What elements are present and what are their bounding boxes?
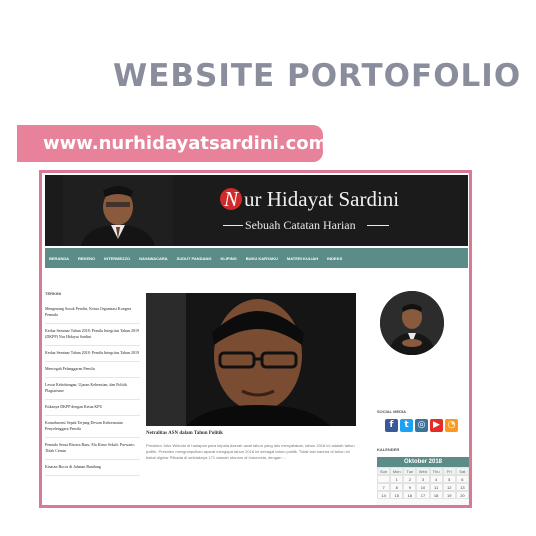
nav-item-indeks[interactable]: INDEKS (327, 256, 342, 261)
calendar-day-header: Fri (442, 467, 456, 475)
calendar-day-cell[interactable]: 20 (455, 491, 469, 499)
calendar-day-header: Tue (403, 467, 417, 475)
featured-article-image[interactable] (146, 293, 356, 426)
website-url-badge[interactable]: www.nurhidayatsardini.com (17, 125, 327, 162)
calendar-day-cell[interactable]: 2 (403, 475, 417, 483)
calendar-day-cell[interactable]: 10 (416, 483, 430, 491)
nav-item-materi-kuliah[interactable]: MATERI KULIAH (287, 256, 318, 261)
site-nav-bar: BERANDA REKENO INTERMEZZO NAVAWACARA SUD… (45, 248, 468, 268)
twitter-icon[interactable]: t (400, 419, 413, 432)
facebook-icon[interactable]: f (385, 419, 398, 432)
article-excerpt: Presiden Joko Widodo di hadapan para kep… (146, 443, 355, 460)
profile-avatar (380, 291, 444, 355)
calendar-day-cell (377, 475, 391, 483)
site-header: Nur Hidayat Sardini Sebuah Catatan Haria… (45, 175, 468, 246)
calendar-day-cell[interactable]: 7 (377, 483, 391, 491)
social-media-label: SOCIAL MEDIA (377, 409, 407, 414)
nav-item-sudut-pandang[interactable]: SUDUT PANDANG (177, 256, 212, 261)
calendar-day-header: Wed (416, 467, 430, 475)
calendar-day-cell[interactable]: 17 (416, 491, 430, 499)
calendar-day-cell[interactable]: 1 (390, 475, 404, 483)
nav-item-rekeno[interactable]: REKENO (78, 256, 95, 261)
header-portrait-image (63, 175, 173, 246)
calendar-day-cell[interactable]: 19 (442, 491, 456, 499)
recent-posts-sidebar: TERKINI Mengenang Sosok Pendiri, Ketua O… (45, 291, 140, 476)
calendar-label: KALENDER (377, 447, 400, 452)
site-name[interactable]: Nur Hidayat Sardini (220, 187, 399, 212)
recent-post-link[interactable]: Lewat Kebohongan, Ujaran Kebencian, dan … (45, 378, 140, 400)
recent-post-link[interactable]: Kedua Seminar Tahun 2018: Pemilu Integri… (45, 346, 140, 362)
calendar-month[interactable]: Oktober 2018 (377, 457, 469, 467)
website-screenshot-frame: Nur Hidayat Sardini Sebuah Catatan Haria… (39, 170, 472, 508)
recent-post-link[interactable]: Etikanya DKPP dengan Ketua KPU (45, 400, 140, 416)
nav-item-navawacara[interactable]: NAVAWACARA (139, 256, 168, 261)
nav-item-intermezzo[interactable]: INTERMEZZO (104, 256, 130, 261)
recent-post-link[interactable]: Pemuda Serua Biwara Baru, Ela Kimo Sekal… (45, 438, 140, 460)
recent-post-link[interactable]: Mencegah Pelanggaran Pemilu (45, 362, 140, 378)
article-title[interactable]: Netralitas ASN dalam Tahun Politik (146, 431, 223, 436)
nav-item-buku-karyaku[interactable]: BUKU KARYAKU (246, 256, 278, 261)
calendar-day-cell[interactable]: 9 (403, 483, 417, 491)
recent-post-link[interactable]: Kisaran Bocor di Jalanan Bandung (45, 460, 140, 476)
calendar-day-cell[interactable]: 11 (429, 483, 443, 491)
calendar-day-header: Mon (390, 467, 404, 475)
rss-icon[interactable]: ◔ (445, 419, 458, 432)
recent-post-link[interactable]: Konsekuensi Sepak Terjang Dewan Kehormat… (45, 416, 140, 438)
tagline-divider-right (367, 225, 389, 226)
calendar-widget: Oktober 2018 Sun Mon Tue Wed Thu Fri Sat 1 2 3 4 5 6… (377, 457, 469, 505)
calendar-day-cell[interactable]: 5 (442, 475, 456, 483)
site-tagline: Sebuah Catatan Harian (245, 218, 356, 232)
site-name-text: ur Hidayat Sardini (244, 187, 400, 211)
calendar-day-cell[interactable]: 8 (390, 483, 404, 491)
recent-post-link[interactable]: Kedua Seminar Tahun 2018: Pemilu Integri… (45, 324, 140, 346)
calendar-day-cell[interactable]: 3 (416, 475, 430, 483)
calendar-day-cell[interactable]: 15 (390, 491, 404, 499)
calendar-day-header: Sun (377, 467, 391, 475)
youtube-icon[interactable]: ▶ (430, 419, 443, 432)
nav-item-kliping[interactable]: KLIPING (220, 256, 236, 261)
tagline-divider-left (223, 225, 243, 226)
calendar-grid: Sun Mon Tue Wed Thu Fri Sat 1 2 3 4 5 6 7 8 9 10 11 12 13 14… (377, 467, 469, 499)
calendar-day-header: Sat (455, 467, 469, 475)
recent-posts-heading: TERKINI (45, 291, 61, 296)
nav-item-beranda[interactable]: BERANDA (49, 256, 69, 261)
recent-post-link[interactable]: Mengenang Sosok Pendiri, Ketua Organisas… (45, 302, 140, 324)
site-logo-badge: N (220, 188, 242, 210)
calendar-day-cell[interactable]: 16 (403, 491, 417, 499)
calendar-day-header: Thu (429, 467, 443, 475)
calendar-day-cell[interactable]: 18 (429, 491, 443, 499)
calendar-day-cell[interactable]: 12 (442, 483, 456, 491)
calendar-day-cell[interactable]: 13 (455, 483, 469, 491)
page-title: WEBSITE PORTOFOLIO (113, 58, 522, 94)
calendar-day-cell[interactable]: 14 (377, 491, 391, 499)
calendar-day-cell[interactable]: 6 (455, 475, 469, 483)
social-icons-row: f t ◎ ▶ ◔ (385, 419, 458, 432)
instagram-icon[interactable]: ◎ (415, 419, 428, 432)
calendar-day-cell[interactable]: 4 (429, 475, 443, 483)
